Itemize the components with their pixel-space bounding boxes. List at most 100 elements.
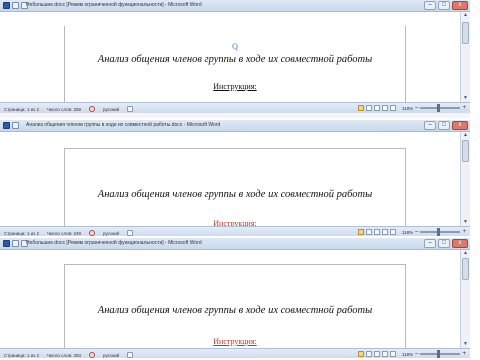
document-page[interactable]: Анализ общения членов группы в ходе их с… [64, 264, 406, 348]
macro-record-icon[interactable] [127, 230, 134, 236]
scroll-thumb[interactable] [462, 258, 469, 280]
zoom-in-button[interactable]: + [462, 351, 466, 357]
zoom-out-button[interactable]: – [415, 105, 418, 111]
language-status[interactable]: русский [103, 353, 119, 358]
scroll-up-arrow-icon[interactable]: ▲ [461, 132, 470, 139]
text-cursor-mark: Q [232, 42, 238, 51]
outline-view-icon[interactable] [381, 229, 388, 235]
print-layout-view-icon[interactable] [357, 229, 364, 235]
word-app-icon[interactable] [3, 122, 10, 129]
draft-view-icon[interactable] [389, 229, 396, 235]
save-icon[interactable] [12, 240, 19, 247]
maximize-button[interactable]: □ [438, 239, 450, 248]
instruction-heading: Инструкция: [213, 82, 257, 91]
minimize-button[interactable]: – [424, 121, 436, 130]
word-count-status[interactable]: Число слов: 250 [47, 353, 81, 358]
print-layout-view-icon[interactable] [357, 351, 364, 357]
quick-access-toolbar [3, 122, 19, 129]
quick-access-toolbar [3, 2, 28, 9]
window-controls: – □ x [424, 239, 468, 248]
document-heading: Анализ общения членов группы в ходе их с… [97, 305, 373, 316]
outline-view-icon[interactable] [381, 105, 388, 111]
title-bar[interactable]: Небольшие.docx [Режим ограниченной функц… [0, 238, 470, 250]
web-layout-view-icon[interactable] [373, 229, 380, 235]
page-count-status[interactable]: Страница: 1 из 2 [4, 231, 39, 236]
zoom-level[interactable]: 118% [402, 230, 413, 235]
print-layout-view-icon[interactable] [357, 105, 364, 111]
save-icon[interactable] [12, 122, 19, 129]
quick-access-toolbar [3, 240, 28, 247]
word-app-icon[interactable] [3, 2, 10, 9]
scroll-thumb[interactable] [462, 140, 469, 162]
web-layout-view-icon[interactable] [373, 105, 380, 111]
document-area[interactable]: Анализ общения членов группы в ходе их с… [0, 250, 460, 348]
zoom-slider-knob[interactable] [437, 228, 441, 236]
zoom-slider[interactable] [420, 104, 461, 112]
outline-view-icon[interactable] [381, 351, 388, 357]
language-status[interactable]: русский [103, 107, 119, 112]
language-status[interactable]: русский [103, 231, 119, 236]
word-window-3: Небольшие.docx [Режим ограниченной функц… [0, 238, 470, 360]
scroll-thumb[interactable] [462, 22, 469, 44]
scroll-up-arrow-icon[interactable]: ▲ [461, 250, 470, 257]
status-bar: Страница: 1 из 2 Число слов: 249 русский… [0, 226, 470, 236]
window-bottom-border [0, 112, 470, 118]
full-screen-view-icon[interactable] [365, 351, 372, 357]
scroll-down-arrow-icon[interactable]: ▼ [461, 95, 470, 102]
proofing-icon[interactable] [89, 230, 96, 236]
close-button[interactable]: x [452, 121, 468, 130]
window-controls: – □ x [424, 121, 468, 130]
window-title: Небольшие.docx [Режим ограниченной функц… [26, 240, 202, 246]
document-heading: Анализ общения членов группы в ходе их с… [97, 54, 373, 65]
draft-view-icon[interactable] [389, 351, 396, 357]
zoom-in-button[interactable]: + [462, 229, 466, 235]
vertical-scrollbar[interactable]: ▲ ▼ [460, 132, 470, 226]
instruction-heading: Инструкция: [213, 337, 257, 346]
draft-view-icon[interactable] [389, 105, 396, 111]
zoom-out-button[interactable]: – [415, 351, 418, 357]
document-area[interactable]: Q Анализ общения членов группы в ходе их… [0, 12, 460, 102]
macro-record-icon[interactable] [127, 352, 134, 358]
zoom-slider-knob[interactable] [437, 104, 441, 112]
proofing-icon[interactable] [89, 352, 96, 358]
maximize-button[interactable]: □ [438, 121, 450, 130]
document-heading: Анализ общения членов группы в ходе их с… [97, 189, 373, 200]
maximize-button[interactable]: □ [438, 1, 450, 10]
zoom-level[interactable]: 118% [402, 106, 413, 111]
word-count-status[interactable]: Число слов: 249 [47, 231, 81, 236]
zoom-in-button[interactable]: + [462, 105, 466, 111]
title-bar[interactable]: Небольшие.docx [Режим ограниченной функц… [0, 0, 470, 12]
zoom-out-button[interactable]: – [415, 229, 418, 235]
document-page[interactable]: Q Анализ общения членов группы в ходе их… [64, 26, 406, 102]
title-bar[interactable]: Анализ общения членов группы в ходе их с… [0, 120, 470, 132]
word-app-icon[interactable] [3, 240, 10, 247]
full-screen-view-icon[interactable] [365, 105, 372, 111]
page-count-status[interactable]: Страница: 1 из 2 [4, 353, 39, 358]
page-count-status[interactable]: Страница: 1 из 2 [4, 107, 39, 112]
zoom-slider[interactable] [420, 228, 461, 236]
word-window-2: Анализ общения членов группы в ходе их с… [0, 120, 470, 238]
word-count-status[interactable]: Число слов: 258 [47, 107, 81, 112]
status-bar: Страница: 1 из 2 Число слов: 258 русский… [0, 102, 470, 112]
document-area[interactable]: Анализ общения членов группы в ходе их с… [0, 132, 460, 228]
web-layout-view-icon[interactable] [373, 351, 380, 357]
desktop-background-strip [470, 0, 480, 360]
scroll-down-arrow-icon[interactable]: ▼ [461, 341, 470, 348]
zoom-level[interactable]: 118% [402, 352, 413, 357]
zoom-slider-knob[interactable] [437, 350, 441, 358]
close-button[interactable]: x [452, 239, 468, 248]
window-controls: – □ x [424, 1, 468, 10]
minimize-button[interactable]: – [424, 1, 436, 10]
full-screen-view-icon[interactable] [365, 229, 372, 235]
word-window-1: Небольшие.docx [Режим ограниченной функц… [0, 0, 470, 120]
scroll-down-arrow-icon[interactable]: ▼ [461, 219, 470, 226]
document-page[interactable]: Анализ общения членов группы в ходе их с… [64, 148, 406, 228]
scroll-up-arrow-icon[interactable]: ▲ [461, 12, 470, 19]
vertical-scrollbar[interactable]: ▲ ▼ [460, 250, 470, 348]
close-button[interactable]: x [452, 1, 468, 10]
window-title: Анализ общения членов группы в ходе их с… [26, 122, 221, 128]
minimize-button[interactable]: – [424, 239, 436, 248]
vertical-scrollbar[interactable]: ▲ ▼ [460, 12, 470, 102]
zoom-slider[interactable] [420, 350, 461, 358]
save-icon[interactable] [12, 2, 19, 9]
